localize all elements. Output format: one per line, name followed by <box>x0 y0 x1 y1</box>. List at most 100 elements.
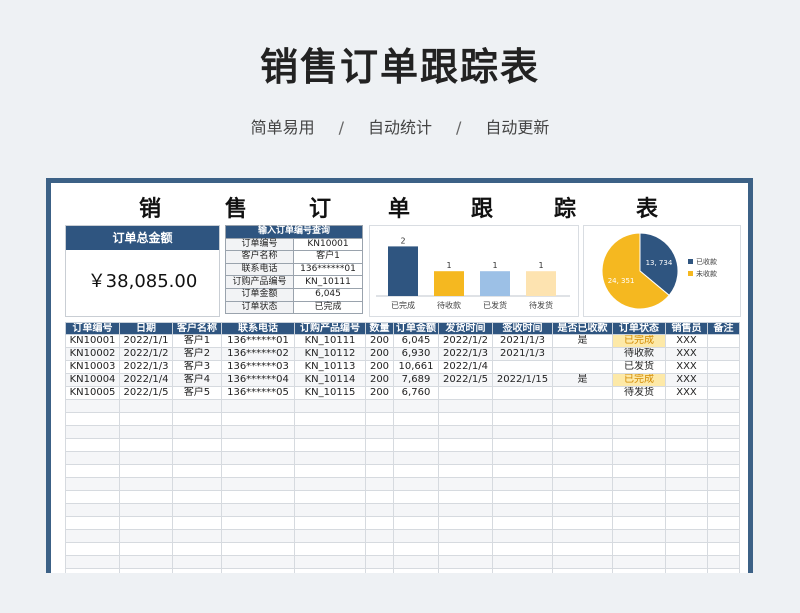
column-header[interactable]: 销售员 <box>665 322 708 335</box>
table-cell[interactable]: KN_10113 <box>294 360 366 374</box>
table-cell[interactable] <box>665 412 708 426</box>
table-cell[interactable] <box>707 360 740 374</box>
table-cell[interactable] <box>119 529 173 543</box>
table-cell[interactable] <box>393 464 439 478</box>
table-cell[interactable]: 200 <box>365 334 394 348</box>
table-cell[interactable] <box>438 555 493 569</box>
table-cell[interactable] <box>552 347 613 361</box>
table-cell[interactable] <box>552 412 613 426</box>
table-cell[interactable]: XXX <box>665 360 708 374</box>
table-cell[interactable] <box>552 542 613 556</box>
table-cell[interactable]: 200 <box>365 347 394 361</box>
table-cell[interactable] <box>294 503 366 517</box>
table-cell[interactable] <box>665 542 708 556</box>
table-cell[interactable] <box>119 438 173 452</box>
table-cell[interactable] <box>294 490 366 504</box>
table-cell[interactable]: 6,760 <box>393 386 439 400</box>
table-cell[interactable] <box>221 529 295 543</box>
table-cell[interactable] <box>119 451 173 465</box>
table-cell[interactable] <box>221 542 295 556</box>
table-cell[interactable] <box>665 438 708 452</box>
table-cell[interactable] <box>552 503 613 517</box>
table-cell[interactable]: 7,689 <box>393 373 439 387</box>
table-cell[interactable] <box>612 425 666 439</box>
table-cell[interactable] <box>365 399 394 413</box>
table-cell[interactable] <box>65 516 120 530</box>
table-cell[interactable] <box>172 464 222 478</box>
table-cell[interactable] <box>65 477 120 491</box>
column-header[interactable]: 订单金额 <box>393 322 439 335</box>
table-cell[interactable]: 2022/1/2 <box>438 334 493 348</box>
table-cell[interactable]: 是 <box>552 334 613 348</box>
table-cell[interactable] <box>65 568 120 573</box>
table-cell[interactable]: 待收款 <box>612 347 666 361</box>
column-header[interactable]: 日期 <box>119 322 173 335</box>
table-cell[interactable] <box>294 438 366 452</box>
table-cell[interactable]: 200 <box>365 373 394 387</box>
table-cell[interactable] <box>665 529 708 543</box>
table-cell[interactable] <box>492 555 553 569</box>
table-cell[interactable] <box>294 477 366 491</box>
table-cell[interactable] <box>119 490 173 504</box>
table-cell[interactable] <box>294 464 366 478</box>
table-cell[interactable] <box>665 568 708 573</box>
table-cell[interactable]: XXX <box>665 373 708 387</box>
table-cell[interactable] <box>65 555 120 569</box>
table-cell[interactable] <box>438 542 493 556</box>
table-cell[interactable]: 2022/1/1 <box>119 334 173 348</box>
table-cell[interactable] <box>492 399 553 413</box>
table-cell[interactable] <box>665 464 708 478</box>
table-cell[interactable]: 2022/1/3 <box>438 347 493 361</box>
table-cell[interactable] <box>492 503 553 517</box>
table-cell[interactable] <box>221 503 295 517</box>
table-cell[interactable] <box>65 412 120 426</box>
table-cell[interactable] <box>365 412 394 426</box>
table-cell[interactable] <box>393 399 439 413</box>
table-cell[interactable] <box>365 477 394 491</box>
table-cell[interactable] <box>294 542 366 556</box>
table-cell[interactable]: 客户5 <box>172 386 222 400</box>
table-cell[interactable] <box>365 568 394 573</box>
table-cell[interactable] <box>707 412 740 426</box>
table-cell[interactable] <box>119 399 173 413</box>
table-cell[interactable] <box>438 529 493 543</box>
table-cell[interactable]: KN10004 <box>65 373 120 387</box>
table-cell[interactable] <box>65 438 120 452</box>
column-header[interactable]: 备注 <box>707 322 740 335</box>
table-cell[interactable]: 客户2 <box>172 347 222 361</box>
table-cell[interactable] <box>221 464 295 478</box>
table-cell[interactable] <box>707 438 740 452</box>
table-cell[interactable] <box>365 503 394 517</box>
table-cell[interactable] <box>172 542 222 556</box>
table-cell[interactable] <box>65 425 120 439</box>
table-cell[interactable] <box>492 425 553 439</box>
table-cell[interactable] <box>172 399 222 413</box>
table-cell[interactable]: XXX <box>665 386 708 400</box>
table-cell[interactable]: 2022/1/2 <box>119 347 173 361</box>
table-cell[interactable] <box>665 555 708 569</box>
table-cell[interactable] <box>492 464 553 478</box>
table-cell[interactable]: 已完成 <box>612 373 666 387</box>
table-cell[interactable] <box>492 386 553 400</box>
table-cell[interactable] <box>492 412 553 426</box>
table-cell[interactable] <box>665 451 708 465</box>
table-cell[interactable] <box>707 542 740 556</box>
table-cell[interactable] <box>172 477 222 491</box>
table-cell[interactable] <box>294 451 366 465</box>
table-cell[interactable] <box>552 386 613 400</box>
table-cell[interactable] <box>492 568 553 573</box>
table-cell[interactable] <box>438 516 493 530</box>
table-cell[interactable] <box>438 464 493 478</box>
table-cell[interactable] <box>393 568 439 573</box>
table-cell[interactable] <box>438 477 493 491</box>
table-cell[interactable]: 2022/1/5 <box>119 386 173 400</box>
table-cell[interactable] <box>438 412 493 426</box>
table-cell[interactable] <box>221 555 295 569</box>
table-cell[interactable] <box>221 412 295 426</box>
table-cell[interactable] <box>221 451 295 465</box>
table-cell[interactable] <box>221 438 295 452</box>
table-cell[interactable] <box>438 451 493 465</box>
table-cell[interactable]: KN_10114 <box>294 373 366 387</box>
table-cell[interactable] <box>707 373 740 387</box>
table-cell[interactable] <box>172 516 222 530</box>
